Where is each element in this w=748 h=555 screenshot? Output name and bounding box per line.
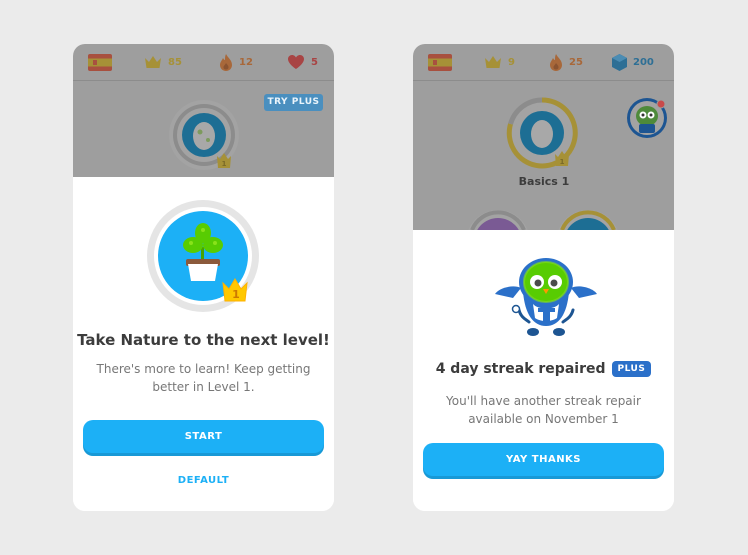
hearts-counter[interactable]: 5 [287,52,318,72]
default-link[interactable]: DEFAULT [73,475,334,486]
modal-title: 4 day streak repaired [435,361,606,377]
crown-icon [145,56,161,68]
gems-counter[interactable]: 200 [612,52,654,72]
spain-flag-icon [88,53,112,71]
modal-body-text: There's more to learn! Keep getting bett… [96,362,311,394]
streak-repaired-modal-screen: 9 25 200 1 Basics 1 4 day streak repaire… [413,44,674,511]
try-plus-button[interactable]: TRY PLUS [264,94,323,111]
spain-flag-icon [428,53,452,71]
crowns-count: 9 [508,56,515,68]
dimmed-background: 85 12 5 TRY PLUS 1 [73,44,334,177]
streak-counter[interactable]: 25 [549,52,583,72]
svg-text:1: 1 [560,158,565,166]
modal-sheet: 1 Take Nature to the next level! There's… [73,177,334,511]
modal-title-row: 4 day streak repaired PLUS [413,361,674,377]
gems-count: 200 [633,56,654,68]
flame-icon [550,53,562,71]
top-stats-bar: 9 25 200 [413,44,674,81]
skill-label: Basics 1 [518,175,570,188]
top-stats-bar: 85 12 5 [73,44,334,81]
owl-mascot-icon [495,258,597,336]
flame-icon [220,53,232,71]
crowns-counter[interactable]: 85 [144,52,182,72]
language-flag[interactable] [88,52,112,72]
egg-skill-node-background: 1 [169,100,239,170]
streak-count: 12 [239,56,253,68]
skill-levelup-modal-screen: 85 12 5 TRY PLUS 1 1 Take Nature to the … [73,44,334,511]
egg-skill-node-background: 1 [506,97,578,169]
svg-text:1: 1 [222,160,227,168]
gem-icon [612,53,627,71]
hearts-count: 5 [311,56,318,68]
streak-count: 25 [569,56,583,68]
crown-icon [485,56,501,68]
modal-title: Take Nature to the next level! [77,331,330,349]
start-button[interactable]: START [83,420,324,453]
avatar-owl-icon[interactable] [625,96,669,140]
streak-counter[interactable]: 12 [219,52,253,72]
plus-badge: PLUS [611,361,652,377]
modal-sheet: 4 day streak repaired PLUS You'll have an… [413,230,674,511]
partial-skill-nodes [468,210,618,230]
heart-icon [288,55,304,69]
plant-skill-icon: 1 [147,200,259,312]
svg-text:1: 1 [232,288,240,301]
language-flag[interactable] [428,52,452,72]
dimmed-background: 9 25 200 1 Basics 1 [413,44,674,230]
modal-body-text: You'll have another streak repair availa… [446,394,641,426]
yay-thanks-button[interactable]: YAY THANKS [423,443,664,476]
crowns-counter[interactable]: 9 [484,52,515,72]
crowns-count: 85 [168,56,182,68]
